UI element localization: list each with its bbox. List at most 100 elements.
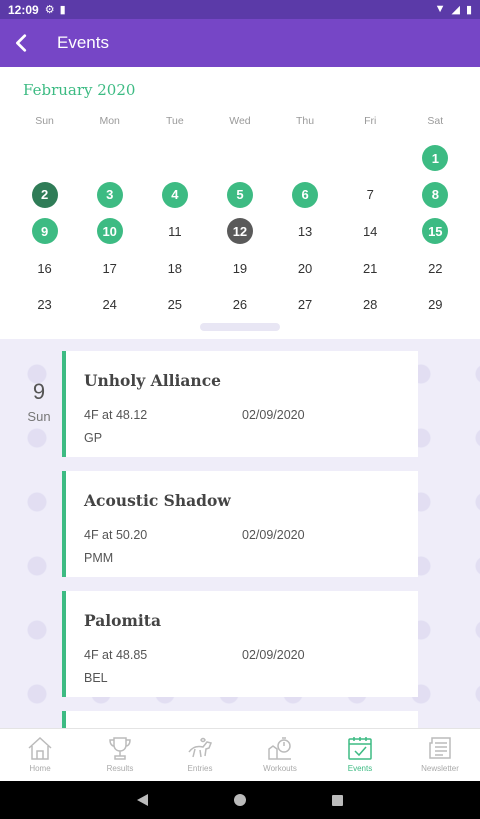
calendar-day-number [227,145,253,171]
calendar-day-number: 6 [292,181,319,208]
newspaper-icon [429,737,451,759]
calendar-day[interactable]: 28 [338,286,403,323]
calendar-day[interactable]: 13 [273,213,338,250]
weekday-label: Wed [229,115,251,127]
calendar-day[interactable]: 1 [403,140,468,177]
calendar-days-grid: 1 2 3 4 5 6 7 8 9 10 11 12 13 14 15 16 17 18 19 20 21 22 23 24 2… [12,140,468,323]
battery-icon: ▮ [465,4,472,16]
calendar-day-number: 28 [362,297,378,313]
back-nav-icon[interactable] [137,794,148,806]
calendar-day[interactable]: 25 [142,286,207,323]
recents-nav-icon[interactable] [332,794,343,806]
workout-distance-time: 4F at 48.85 [84,648,148,662]
nav-newsletter[interactable]: Newsletter [400,729,480,781]
horse-name: Palomita [84,611,162,630]
calendar-day[interactable]: 29 [403,286,468,323]
calendar-day[interactable]: 4 [142,177,207,214]
calendar-day-number: 18 [167,260,183,276]
calendar-day[interactable]: 6 [273,177,338,214]
calendar-day[interactable]: 12 [207,213,272,250]
calendar-day[interactable]: 16 [12,250,77,287]
event-card[interactable]: Acoustic Shadow 4F at 50.20 02/09/2020 P… [62,471,418,577]
calendar-day-number: 11 [168,223,182,239]
calendar-day[interactable]: 18 [142,250,207,287]
calendar-day[interactable]: 8 [403,177,468,214]
calendar-day-number: 1 [422,145,449,172]
nav-entries[interactable]: Entries [160,729,240,781]
calendar-day-number: 23 [37,297,52,313]
calendar-day[interactable]: 14 [338,213,403,250]
calendar-day-number: 19 [232,260,248,276]
calendar-day[interactable]: 11 [142,213,207,250]
home-nav-icon[interactable] [234,794,246,806]
calendar-day-number: 27 [297,297,313,313]
calendar-day[interactable]: 5 [207,177,272,214]
trophy-icon [109,737,131,760]
calendar-day-number [162,145,188,171]
event-card[interactable]: Palomita 4F at 48.85 02/09/2020 BEL [62,591,418,697]
calendar-day[interactable]: 20 [273,250,338,287]
calendar-day[interactable]: 19 [207,250,272,287]
app-bar: Events [0,19,480,67]
bottom-navigation: Home Results Entries Workouts Events New… [0,728,480,781]
calendar-day[interactable]: 24 [77,286,142,323]
calendar-day[interactable]: 22 [403,250,468,287]
calendar-empty-cell [142,140,207,177]
workout-distance-time: 4F at 50.20 [84,528,148,542]
calendar-day[interactable]: 3 [77,177,142,214]
track-code: PMM [84,551,114,565]
weekday-label: Mon [99,115,120,127]
calendar-day[interactable]: 17 [77,250,142,287]
sd-card-icon: ▮ [59,4,66,16]
calendar-day[interactable]: 21 [338,250,403,287]
calendar-empty-cell [77,140,142,177]
event-date: 02/09/2020 [242,528,305,542]
nav-results[interactable]: Results [80,729,160,781]
event-card-partial[interactable] [62,711,418,728]
calendar-day-number: 24 [102,297,117,313]
calendar-day[interactable]: 26 [207,286,272,323]
calendar-day-number [32,145,58,171]
nav-label: Results [106,764,134,773]
track-code: GP [84,431,103,445]
calendar-day[interactable]: 10 [77,213,142,250]
calendar-day-number: 25 [167,297,183,313]
track-code: BEL [84,671,108,685]
calendar-day[interactable]: 7 [338,177,403,214]
workout-distance-time: 4F at 48.12 [84,408,148,422]
calendar-day-number: 9 [31,218,58,245]
events-list: 9 Sun Unholy Alliance 4F at 48.12 02/09/… [0,339,480,728]
calendar-day[interactable]: 15 [403,213,468,250]
back-arrow-icon [16,34,27,52]
nav-events[interactable]: Events [320,729,400,781]
nav-label: Workouts [263,764,297,773]
calendar-drag-handle[interactable] [200,323,280,331]
system-navigation-bar [0,781,480,819]
calendar-day[interactable]: 9 [12,213,77,250]
home-icon [28,736,52,760]
nav-label: Events [347,764,373,773]
calendar-day-number: 16 [37,260,52,276]
stopwatch-horse-icon [268,737,291,760]
event-card[interactable]: Unholy Alliance 4F at 48.12 02/09/2020 G… [62,351,418,457]
calendar-day[interactable]: 27 [273,286,338,323]
wifi-icon: ▼ [434,3,446,15]
page-title: Events [57,33,109,52]
calendar-day-number: 12 [226,218,253,245]
calendar-day-number: 21 [362,260,378,276]
calendar-day[interactable]: 23 [12,286,77,323]
calendar-day-number: 20 [297,260,313,276]
calendar-month-title: February 2020 [23,81,136,99]
weekday-label: Sat [427,115,444,127]
calendar-day-number: 4 [161,181,188,208]
calendar-day[interactable]: 2 [12,177,77,214]
calendar-day-number: 15 [422,218,449,245]
back-button[interactable] [0,19,44,67]
calendar-empty-cell [12,140,77,177]
weekday-header: Sun Mon Tue Wed Thu Fri Sat [12,115,468,127]
settings-gear-icon: ⚙ [44,4,55,16]
calendar-day-number [97,145,123,171]
nav-workouts[interactable]: Workouts [240,729,320,781]
nav-home[interactable]: Home [0,729,80,781]
calendar-day-number: 7 [366,187,374,203]
